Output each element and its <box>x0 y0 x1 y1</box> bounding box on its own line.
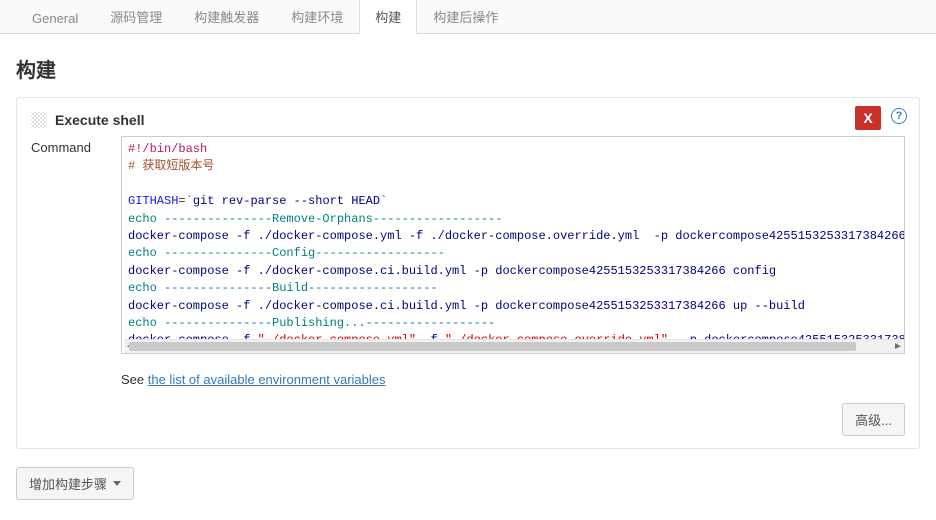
code-comment: # 获取短版本号 <box>128 159 214 173</box>
tab-triggers[interactable]: 构建触发器 <box>178 0 275 34</box>
see-prefix: See <box>121 372 148 387</box>
advanced-button-label: 高级... <box>855 410 892 429</box>
chevron-down-icon <box>113 481 121 486</box>
build-step-title: Execute shell <box>55 112 145 128</box>
code-dc2: docker-compose -f ./docker-compose.ci.bu… <box>128 264 776 278</box>
code-echo4: echo ---------------Publishing...-------… <box>128 316 495 330</box>
advanced-button[interactable]: 高级... <box>842 403 905 436</box>
drag-handle-icon[interactable] <box>31 112 47 128</box>
tab-scm[interactable]: 源码管理 <box>94 0 178 34</box>
code-echo3: echo ---------------Build---------------… <box>128 281 438 295</box>
code-dc3: docker-compose -f ./docker-compose.ci.bu… <box>128 299 805 313</box>
delete-step-button[interactable]: X <box>855 106 881 130</box>
add-build-step-button[interactable]: 增加构建步骤 <box>16 467 134 500</box>
tab-general[interactable]: General <box>16 2 94 34</box>
tab-post-build[interactable]: 构建后操作 <box>417 0 514 34</box>
tab-environment[interactable]: 构建环境 <box>275 0 359 34</box>
help-icon[interactable]: ? <box>891 108 907 124</box>
env-vars-link[interactable]: the list of available environment variab… <box>148 372 386 387</box>
config-tabs: General 源码管理 构建触发器 构建环境 构建 构建后操作 <box>0 0 936 34</box>
section-heading-build: 构建 <box>16 54 920 83</box>
scroll-thumb[interactable] <box>129 342 856 351</box>
build-step-execute-shell: X ? Execute shell Command #!/bin/bash # … <box>16 97 920 449</box>
tab-build[interactable]: 构建 <box>359 0 417 34</box>
code-dc1: docker-compose -f ./docker-compose.yml -… <box>128 229 904 243</box>
code-echo1: echo ---------------Remove-Orphans------… <box>128 212 502 226</box>
code-assign-cmd: git rev-parse --short HEAD <box>193 194 380 208</box>
scroll-right-icon[interactable]: ► <box>890 340 905 353</box>
code-echo2: echo ---------------Config--------------… <box>128 246 445 260</box>
add-build-step-label: 增加构建步骤 <box>29 474 107 493</box>
code-var: GITHASH <box>128 194 178 208</box>
command-label: Command <box>31 136 121 155</box>
command-editor[interactable]: #!/bin/bash # 获取短版本号 GITHASH=`git rev-pa… <box>121 136 905 354</box>
horizontal-scrollbar[interactable]: ◄ ► <box>124 339 904 353</box>
env-vars-hint: See the list of available environment va… <box>121 372 905 387</box>
command-textarea[interactable]: #!/bin/bash # 获取短版本号 GITHASH=`git rev-pa… <box>124 139 904 339</box>
code-shebang: #!/bin/bash <box>128 142 207 156</box>
